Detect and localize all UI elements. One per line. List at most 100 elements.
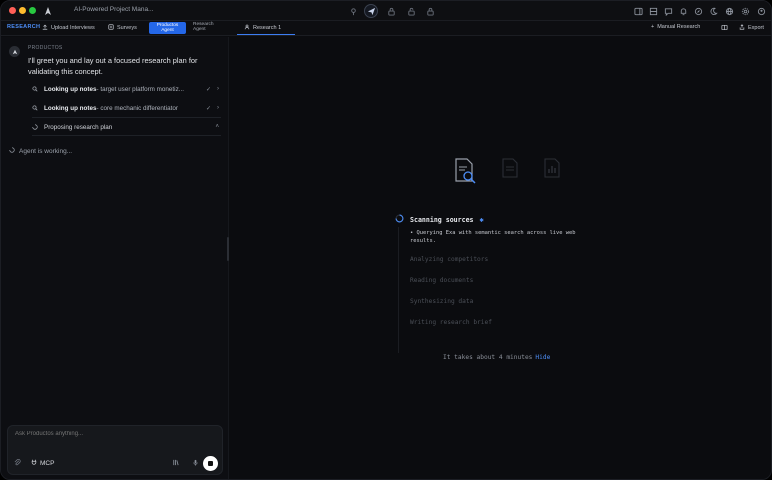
progress-step: Reading documents: [410, 277, 474, 284]
search-icon: [32, 86, 41, 92]
check-icon: ✓: [205, 105, 211, 112]
message-composer: MCP: [7, 425, 223, 475]
tab-research-agent[interactable]: Research Agent: [193, 22, 214, 32]
globe-icon[interactable]: [723, 5, 735, 17]
progress-timeline-line: [398, 227, 399, 353]
tab-research[interactable]: RESEARCH: [7, 24, 40, 30]
progress-step-detail-text: Querying Exa with semantic search across…: [410, 230, 576, 244]
settings-icon[interactable]: [739, 5, 751, 17]
agent-working-text: Agent is working...: [19, 147, 73, 155]
minimize-window-button[interactable]: [19, 7, 26, 14]
agent-avatar: [9, 46, 20, 57]
mcp-label: MCP: [40, 459, 55, 467]
progress-step: Synthesizing data: [410, 298, 474, 305]
pin-icon[interactable]: [347, 5, 359, 17]
microphone-icon[interactable]: [192, 459, 199, 468]
panel-resize-handle[interactable]: [227, 237, 229, 261]
manual-research-label: Manual Research: [657, 24, 701, 30]
tab-research-1-label: Research 1: [253, 25, 282, 31]
stage-icons: [452, 157, 562, 187]
message-input[interactable]: [15, 431, 215, 437]
spinner-icon: [32, 124, 41, 130]
app-window: AI-Powered Project Mana... RESEARCH Uplo…: [0, 0, 772, 480]
sidebar-toggle-icon[interactable]: [632, 5, 644, 17]
moon-icon[interactable]: [707, 5, 719, 17]
export-button[interactable]: Export: [739, 24, 764, 32]
manual-research-button[interactable]: + Manual Research: [651, 24, 700, 30]
progress-step: Analyzing competitors: [410, 256, 489, 263]
tab-productos-agent-line2: Agent: [161, 28, 174, 33]
eta-text: It takes about 4 minutes Hide: [443, 354, 550, 361]
spinner-icon: [9, 147, 15, 155]
plug-icon: [31, 459, 37, 467]
lock-alt-icon[interactable]: [424, 5, 436, 17]
attachment-icon[interactable]: [14, 458, 21, 468]
compass-icon[interactable]: [692, 5, 704, 17]
progress-spinner-icon: [395, 214, 404, 225]
chat-panel: PRODUCTOS I'll greet you and lay out a f…: [1, 37, 229, 479]
document-search-icon: [452, 157, 478, 187]
composer-toolbar: MCP: [14, 456, 218, 471]
book-icon[interactable]: [721, 24, 728, 31]
user-icon: [244, 24, 250, 32]
lock-icon[interactable]: [385, 5, 397, 17]
tool-call-action: Looking up notes: [44, 104, 97, 112]
message-sender: PRODUCTOS: [28, 45, 63, 51]
search-icon: [32, 105, 41, 111]
tool-call-action: Looking up notes: [44, 85, 97, 93]
hide-link[interactable]: Hide: [535, 354, 550, 361]
tab-upload-interviews-label: Upload Interviews: [51, 25, 95, 31]
document-chart-icon: [542, 157, 562, 187]
agent-working-status: Agent is working...: [9, 147, 72, 155]
tool-call-row[interactable]: Looking up notes - target user platform …: [32, 81, 221, 97]
plus-icon: +: [651, 24, 655, 30]
stop-button[interactable]: [203, 456, 218, 471]
eta-label: It takes about 4 minutes: [443, 354, 533, 361]
tab-research-1[interactable]: Research 1: [244, 24, 281, 32]
tool-call-detail: - target user platform monetiz...: [96, 85, 184, 93]
tab-bar: RESEARCH Upload Interviews Surveys Produ…: [1, 21, 771, 36]
tab-upload-interviews[interactable]: Upload Interviews: [42, 24, 95, 32]
close-window-button[interactable]: [9, 7, 16, 14]
tool-call-action: Proposing research plan: [44, 123, 113, 131]
chevron-up-icon[interactable]: ˄: [215, 124, 219, 130]
bell-icon[interactable]: [677, 5, 689, 17]
export-label: Export: [748, 25, 764, 31]
progress-step-active: Scanning sources ✱: [395, 214, 484, 225]
document-table-icon: [500, 157, 520, 187]
tool-call-row[interactable]: Proposing research plan ˄: [32, 119, 221, 135]
unlock-icon[interactable]: [405, 5, 417, 17]
title-bar: AI-Powered Project Mana...: [1, 1, 771, 21]
mcp-button[interactable]: MCP: [31, 459, 54, 467]
divider: [32, 135, 221, 136]
agent-message: I'll greet you and lay out a focused res…: [28, 56, 198, 76]
tool-call-row[interactable]: Looking up notes - core mechanic differe…: [32, 100, 221, 116]
progress-step-label: Scanning sources: [410, 215, 474, 224]
check-icon: ✓: [205, 86, 211, 93]
list-icon: [108, 24, 114, 32]
progress-step: Writing research brief: [410, 319, 492, 326]
account-icon[interactable]: [755, 5, 767, 17]
research-progress-panel: Scanning sources ✱ • Querying Exa with s…: [230, 37, 771, 479]
tool-call-detail: - core mechanic differentiator: [96, 104, 178, 112]
tab-research-agent-line2: Agent: [193, 27, 206, 32]
active-tab-indicator: [237, 34, 295, 35]
divider: [32, 117, 221, 118]
stack-icon[interactable]: [647, 5, 659, 17]
chevron-right-icon[interactable]: ›: [217, 105, 219, 112]
stop-icon: [208, 461, 213, 466]
zoom-window-button[interactable]: [29, 7, 36, 14]
tab-productos-agent[interactable]: Productos Agent: [149, 22, 186, 34]
library-icon[interactable]: [172, 459, 179, 468]
chat-icon[interactable]: [662, 5, 674, 17]
app-logo-icon: [44, 6, 52, 16]
progress-step-detail: • Querying Exa with semantic search acro…: [410, 229, 600, 245]
share-icon: [739, 24, 745, 32]
tab-surveys-label: Surveys: [117, 25, 137, 31]
window-title: AI-Powered Project Mana...: [74, 6, 154, 13]
tab-surveys[interactable]: Surveys: [108, 24, 137, 32]
active-dot-icon: ✱: [479, 215, 484, 224]
chevron-right-icon[interactable]: ›: [217, 86, 219, 93]
send-icon[interactable]: [364, 4, 378, 18]
upload-icon: [42, 24, 48, 32]
